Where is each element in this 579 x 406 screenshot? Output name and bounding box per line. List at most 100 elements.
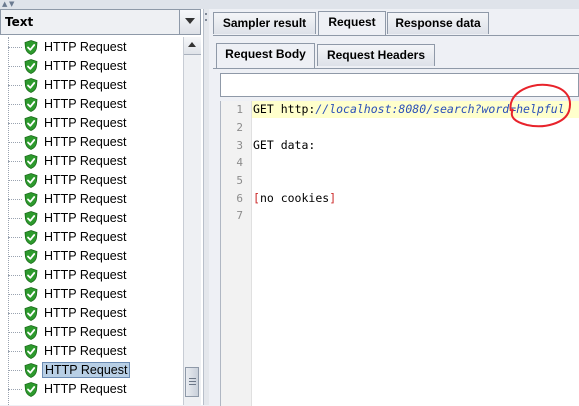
request-panel: Request Body Request Headers 1 2 3 4 5 6… [213, 40, 579, 406]
tree-connector [8, 85, 22, 86]
tree-connector [8, 104, 22, 105]
scrollbar-thumb[interactable] [185, 367, 199, 397]
scroll-up-button[interactable] [184, 37, 201, 55]
tree-connector [8, 294, 22, 295]
http-method: GET [253, 102, 274, 116]
tree-item[interactable]: HTTP Request [0, 342, 183, 361]
dropdown-arrow-button[interactable] [179, 10, 200, 34]
line-number: 3 [236, 139, 243, 152]
tree-panel: Text HTTP Request HTTP Request HTTP Reques… [0, 9, 204, 405]
tree-item-label: HTTP Request [44, 382, 127, 396]
bracket: ] [329, 191, 337, 205]
code-line-3: GET data: [253, 138, 316, 152]
tree-connector [8, 332, 22, 333]
success-shield-icon [24, 154, 38, 169]
tree-item[interactable]: HTTP Request [0, 361, 183, 380]
line-number: 1 [236, 103, 243, 116]
tree-item-label: HTTP Request [44, 154, 127, 168]
tree-item-label: HTTP Request [44, 135, 127, 149]
success-shield-icon [24, 116, 38, 131]
tree-connector [8, 351, 22, 352]
tree-item[interactable]: HTTP Request [0, 228, 183, 247]
bracket: [ [253, 191, 260, 205]
tree-item[interactable]: HTTP Request [0, 285, 183, 304]
tree-item-label: HTTP Request [44, 306, 127, 320]
success-shield-icon [24, 230, 38, 245]
tree-item[interactable]: HTTP Request [0, 266, 183, 285]
arrow-up-icon [188, 42, 196, 47]
success-shield-icon [24, 363, 38, 378]
renderer-select[interactable]: Text [0, 9, 201, 35]
success-shield-icon [24, 287, 38, 302]
tree-connector [8, 66, 22, 67]
success-shield-icon [24, 325, 38, 340]
tree-item[interactable]: HTTP Request [0, 247, 183, 266]
tab-divider [213, 68, 579, 69]
tree-item[interactable]: HTTP Request [0, 171, 183, 190]
url-path: //localhost:8080/search?word=helpful [315, 102, 565, 116]
code-line-1: GET http://localhost:8080/search?word=he… [253, 102, 565, 116]
code-line-6: [no cookies] [253, 191, 336, 205]
line-number: 7 [236, 209, 243, 222]
tree-connector [8, 237, 22, 238]
line-number: 2 [236, 121, 243, 134]
line-number-gutter: 1 2 3 4 5 6 7 [221, 101, 252, 406]
collapse-arrow-icon[interactable]: ▲ [2, 1, 7, 8]
tree-item[interactable]: HTTP Request [0, 209, 183, 228]
line-number: 6 [236, 192, 243, 205]
top-strip: ▲ ▼ [0, 0, 579, 9]
success-shield-icon [24, 97, 38, 112]
tree-scrollbar[interactable] [183, 37, 201, 405]
tree-item[interactable]: HTTP Request [0, 95, 183, 114]
tree-item[interactable]: HTTP Request [0, 304, 183, 323]
tree-item-label: HTTP Request [44, 287, 127, 301]
tree-item-label: HTTP Request [44, 78, 127, 92]
tree-item-label: HTTP Request [44, 268, 127, 282]
tree-item-label: HTTP Request [44, 192, 127, 206]
success-shield-icon [24, 192, 38, 207]
success-shield-icon [24, 173, 38, 188]
tree-item[interactable]: HTTP Request [0, 380, 183, 399]
tree-item-label: HTTP Request [44, 40, 127, 54]
expand-arrow-icon[interactable]: ▼ [9, 1, 14, 8]
renderer-select-value: Text [5, 15, 34, 29]
tree-item-label: HTTP Request [44, 59, 127, 73]
tree-item-label: HTTP Request [44, 116, 127, 130]
tree-item[interactable]: HTTP Request [0, 76, 183, 95]
tab-request-headers[interactable]: Request Headers [317, 44, 435, 66]
tree-connector [8, 123, 22, 124]
tree-connector [8, 218, 22, 219]
tree-item[interactable]: HTTP Request [0, 190, 183, 209]
request-body-editor[interactable]: 1 2 3 4 5 6 7 GET http://localhost:8080/… [220, 101, 579, 406]
tree-connector [8, 256, 22, 257]
tab-sampler-result[interactable]: Sampler result [213, 12, 316, 34]
line-number: 5 [236, 174, 243, 187]
result-view: Sampler result Request Response data Req… [209, 9, 579, 406]
tree-connector [8, 199, 22, 200]
tree-item-label: HTTP Request [44, 173, 127, 187]
tree-item[interactable]: HTTP Request [0, 323, 183, 342]
tree-item[interactable]: HTTP Request [0, 38, 183, 57]
tree-item-label: HTTP Request [44, 230, 127, 244]
tab-request-body[interactable]: Request Body [216, 43, 315, 68]
tree-item[interactable]: HTTP Request [0, 57, 183, 76]
tab-response-data[interactable]: Response data [387, 12, 489, 34]
success-shield-icon [24, 249, 38, 264]
tree-connector [8, 389, 22, 390]
tab-divider [213, 35, 579, 36]
chevron-down-icon [185, 18, 195, 24]
tree-connector [8, 370, 22, 371]
cookie-text: no cookies [259, 191, 330, 205]
tree-item[interactable]: HTTP Request [0, 114, 183, 133]
tab-label: Request Body [225, 47, 306, 61]
tree-item-label: HTTP Request [44, 344, 127, 358]
success-shield-icon [24, 59, 38, 74]
search-field[interactable] [220, 73, 579, 97]
tree-item-label: HTTP Request [44, 249, 127, 263]
tab-label: Response data [395, 16, 481, 30]
tree-item[interactable]: HTTP Request [0, 133, 183, 152]
tab-request[interactable]: Request [318, 11, 386, 36]
tree-connector [8, 142, 22, 143]
tree-item[interactable]: HTTP Request [0, 152, 183, 171]
success-shield-icon [24, 344, 38, 359]
